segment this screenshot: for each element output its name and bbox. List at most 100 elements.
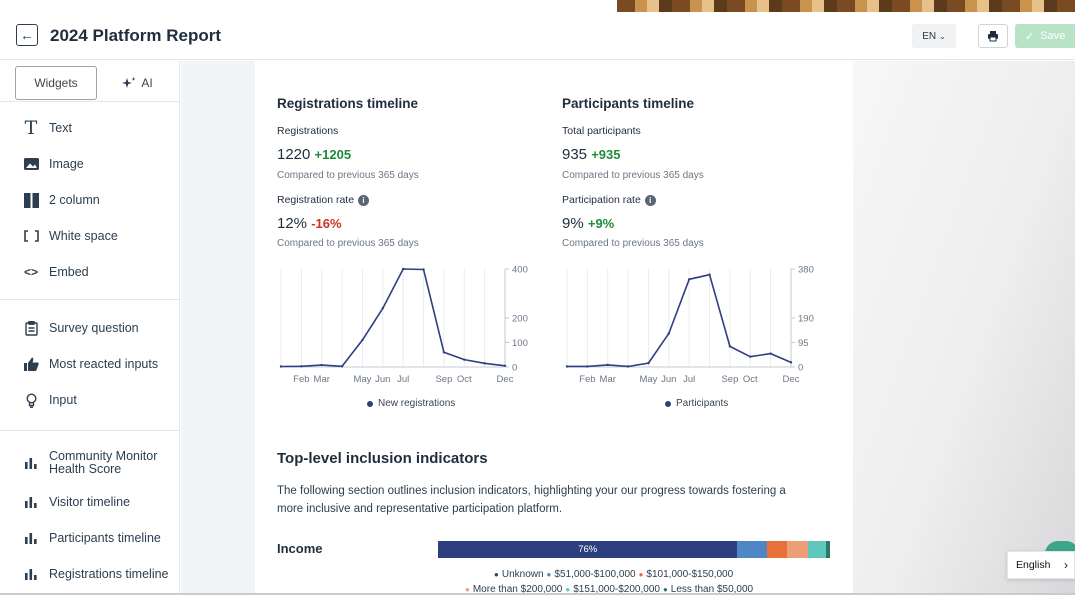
sidebar-item-survey-question[interactable]: Survey question (0, 311, 178, 345)
basic-widgets-group: T Text Image 2 column White space <> Emb… (0, 101, 180, 299)
registrations-widget-title: Registrations timeline (277, 96, 419, 111)
data-point[interactable] (728, 345, 732, 348)
data-point[interactable] (626, 365, 630, 368)
income-segment[interactable]: 76% (438, 541, 738, 558)
data-point[interactable] (381, 307, 385, 310)
whitespace-icon (22, 227, 40, 245)
x-tick-label: Feb (293, 374, 309, 385)
sidebar-item-2-column[interactable]: 2 column (0, 183, 178, 217)
participation-rate-label-text: Participation rate (562, 194, 641, 206)
sidebar-item-text[interactable]: T Text (0, 111, 178, 145)
sidebar-item-white-space[interactable]: White space (0, 219, 178, 253)
data-point[interactable] (361, 338, 364, 342)
data-point[interactable] (687, 278, 691, 281)
data-point[interactable] (320, 363, 323, 367)
back-button[interactable]: ← (16, 24, 38, 46)
sidebar-item-participants-timeline[interactable]: Participants timeline (0, 521, 178, 555)
data-point[interactable] (565, 365, 569, 368)
info-icon[interactable]: i (358, 194, 370, 206)
legend-dot: ● (494, 570, 499, 579)
sidebar-item-embed[interactable]: <> Embed (0, 255, 178, 289)
image-icon (22, 155, 40, 173)
tab-ai[interactable]: AI (102, 66, 172, 100)
income-segment[interactable] (808, 541, 827, 558)
participants-widget-title: Participants timeline (562, 96, 695, 111)
registrations-label: Registrations (277, 125, 339, 137)
series-line[interactable] (280, 268, 506, 368)
income-legend-row: ● Unknown ● $51,000-$100,000 ● $101,000-$150,… (491, 569, 733, 580)
x-tick-label: May (639, 374, 657, 385)
x-tick-label: Jul (683, 374, 695, 385)
data-point[interactable] (749, 355, 752, 358)
series-line[interactable] (567, 273, 792, 368)
widget-sidebar: Widgets AI T Text Image 2 column White s… (0, 61, 180, 595)
x-tick-label: Oct (743, 374, 758, 385)
registrations-value: 1220 +1205 (277, 146, 351, 163)
sidebar-item-image[interactable]: Image (0, 147, 178, 181)
chevron-down-icon: ⌄ (939, 31, 946, 41)
y-tick-label: 100 (512, 338, 528, 349)
data-point[interactable] (340, 365, 344, 368)
y-tick-label: 95 (798, 338, 809, 349)
data-point[interactable] (401, 267, 405, 271)
report-page: Registrations timeline Registrations 122… (255, 61, 853, 595)
sidebar-item-label: Community Monitor Health Score (49, 449, 158, 476)
sidebar-item-visitor-timeline[interactable]: Visitor timeline (0, 485, 178, 519)
x-tick-label: May (353, 374, 371, 385)
participation-rate: 9% (562, 215, 584, 232)
x-tick-label: Jun (375, 374, 390, 385)
sidebar-tabs: Widgets AI (10, 66, 178, 102)
text-icon: T (24, 117, 38, 139)
data-point[interactable] (483, 362, 486, 365)
data-point[interactable] (463, 358, 466, 361)
sidebar-item-input[interactable]: Input (0, 383, 178, 417)
income-label: Income (277, 541, 323, 556)
participants-delta: +935 (591, 147, 621, 162)
tab-ai-label: AI (141, 76, 153, 90)
language-select[interactable]: EN ⌄ (912, 24, 956, 48)
print-button[interactable] (978, 24, 1008, 48)
participants-value: 935 +935 (562, 146, 621, 163)
sidebar-item-label: Image (49, 156, 84, 171)
bar-chart-icon (22, 565, 40, 583)
data-point[interactable] (586, 365, 589, 368)
x-tick-label: Jun (661, 374, 676, 385)
y-tick-label: 0 (798, 363, 803, 374)
sidebar-item-most-reacted-inputs[interactable]: Most reacted inputs (0, 347, 178, 381)
inclusion-description: The following section outlines inclusion… (277, 485, 786, 515)
data-point[interactable] (667, 332, 671, 335)
registration-rate-compare-note: Compared to previous 365 days (277, 238, 419, 249)
data-point[interactable] (647, 361, 650, 365)
language-select-value: EN (922, 30, 937, 42)
tab-widgets[interactable]: Widgets (15, 66, 97, 100)
legend-dot: ● (638, 570, 644, 579)
sidebar-item-community-monitor-health-score[interactable]: Community Monitor Health Score (0, 445, 178, 481)
sidebar-item-registrations-timeline[interactable]: Registrations timeline (0, 557, 178, 591)
data-point[interactable] (503, 364, 507, 367)
data-point[interactable] (300, 365, 303, 368)
data-point[interactable] (769, 352, 772, 355)
registrations-compare-note: Compared to previous 365 days (277, 170, 419, 181)
data-point[interactable] (279, 365, 283, 368)
tab-widgets-label: Widgets (34, 76, 78, 90)
data-point[interactable] (606, 363, 609, 367)
printer-icon (988, 31, 998, 42)
save-button[interactable]: ✓ Save (1015, 24, 1075, 48)
data-point[interactable] (422, 268, 425, 271)
y-tick-label: 380 (798, 265, 814, 276)
lightbulb-icon (22, 391, 40, 409)
income-segment[interactable] (786, 541, 809, 558)
income-segment[interactable] (766, 541, 787, 558)
legend-dot: ● (546, 570, 552, 579)
data-point[interactable] (442, 351, 446, 354)
y-tick-label: 0 (512, 363, 517, 374)
thumbs-up-icon (22, 355, 40, 373)
info-icon[interactable]: i (644, 194, 656, 206)
language-switcher[interactable]: English › (1007, 551, 1075, 579)
x-tick-label: Mar (314, 374, 330, 385)
income-segment[interactable] (826, 541, 830, 558)
data-point[interactable] (789, 361, 793, 364)
data-point[interactable] (708, 273, 711, 276)
participation-rate-value: 9% +9% (562, 215, 614, 232)
income-segment[interactable] (737, 541, 767, 558)
